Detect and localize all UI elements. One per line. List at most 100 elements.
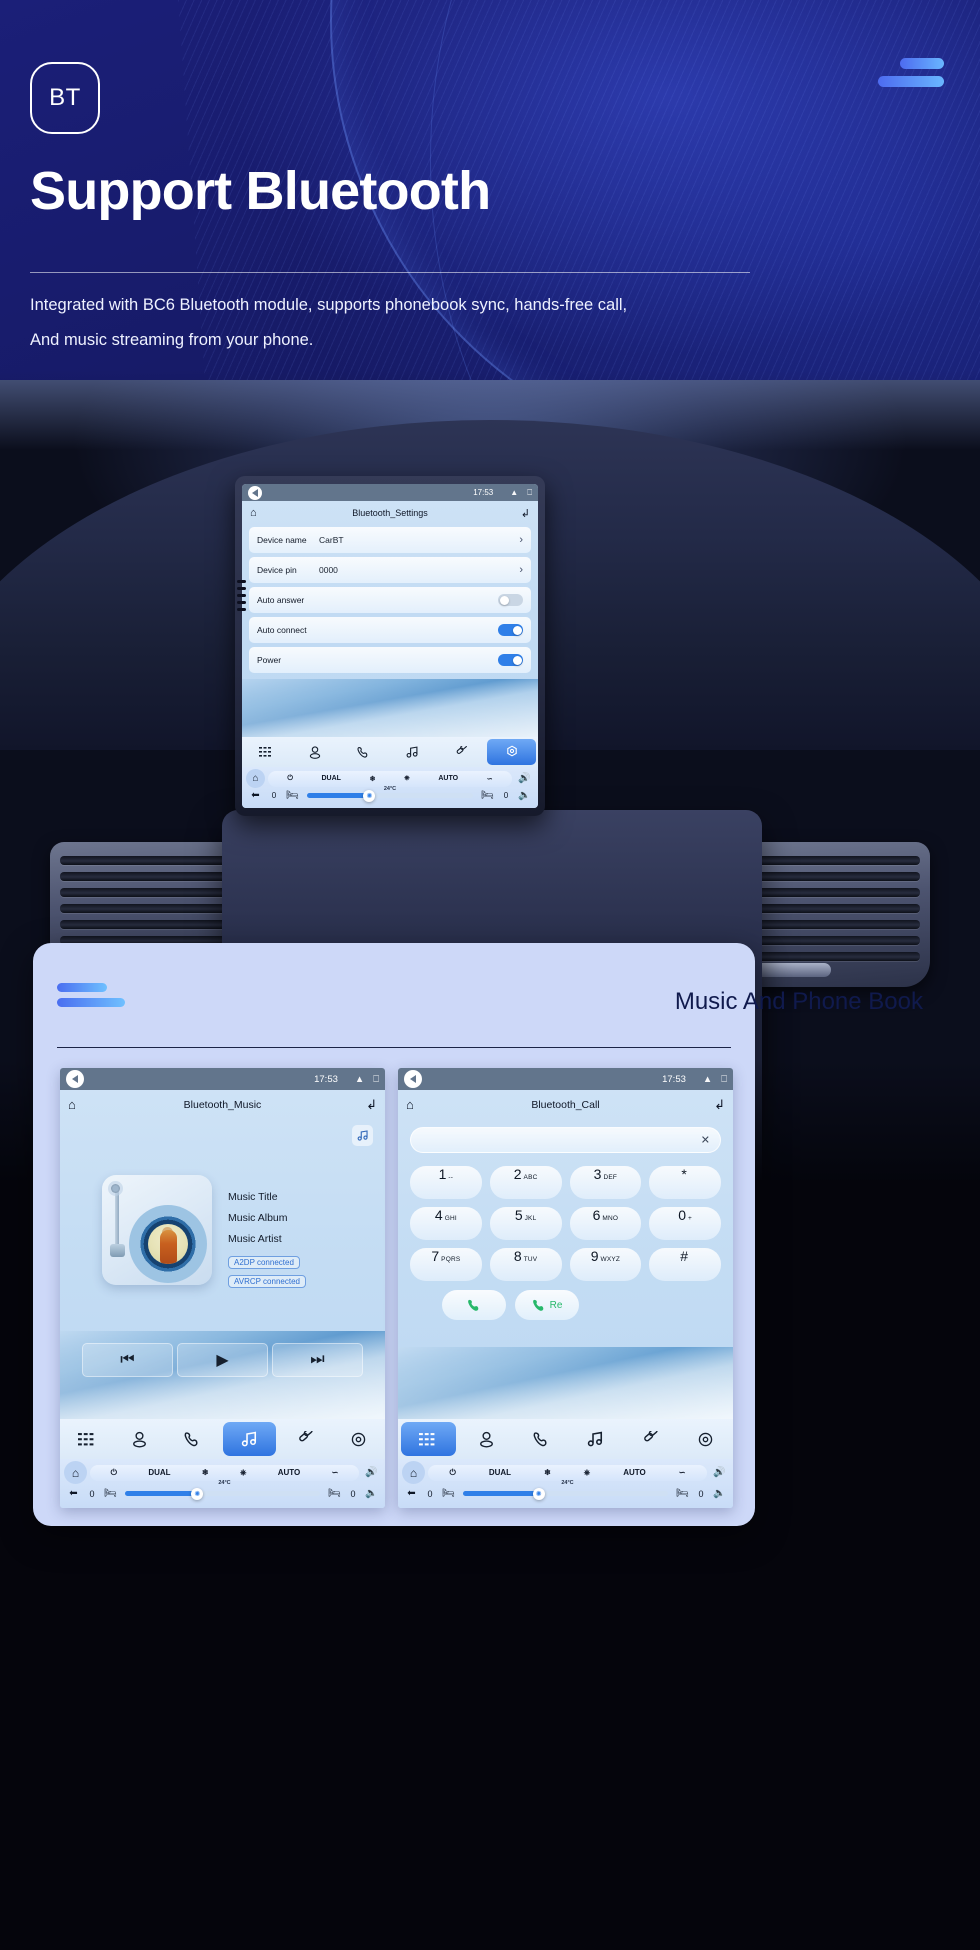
fan-icon[interactable]: ✺: [191, 1487, 204, 1500]
dual-label[interactable]: DUAL: [489, 1468, 511, 1477]
recents-icon[interactable]: ⎕: [721, 1074, 727, 1085]
home-icon[interactable]: ⌂: [68, 1097, 76, 1112]
recirculate-icon[interactable]: ∽: [679, 1468, 686, 1477]
key-7[interactable]: 7 PQRS: [410, 1248, 482, 1281]
climate-home-button[interactable]: ⌂: [64, 1461, 87, 1484]
link-chain-icon[interactable]: [279, 1419, 332, 1459]
seat-heat-icon[interactable]: 🛏: [325, 1488, 344, 1499]
settings-gear-icon[interactable]: [487, 739, 537, 765]
key-3[interactable]: 3 DEF: [569, 1166, 642, 1199]
back-arrow-icon[interactable]: ⬅: [64, 1488, 83, 1499]
seat-icon[interactable]: 🛏: [283, 790, 302, 801]
key-5[interactable]: 5 JKL: [489, 1207, 562, 1240]
apps-grid-icon[interactable]: [60, 1419, 113, 1459]
climate-home-button[interactable]: ⌂: [246, 769, 265, 788]
key-2[interactable]: 2 ABC: [489, 1166, 562, 1199]
fan-speed-slider[interactable]: ✺: [307, 789, 473, 802]
fan-icon[interactable]: ✺: [532, 1487, 545, 1500]
climate-home-button[interactable]: ⌂: [402, 1461, 425, 1484]
recirculate-icon[interactable]: ∽: [487, 775, 493, 783]
music-note-icon[interactable]: [568, 1419, 623, 1459]
snowflake-icon[interactable]: ❄: [544, 1468, 551, 1477]
close-x-icon[interactable]: ✕: [701, 1134, 710, 1147]
link-chain-icon[interactable]: [437, 737, 486, 767]
snowflake-icon[interactable]: ❄: [370, 775, 376, 783]
power-toggle[interactable]: [498, 654, 523, 666]
contact-person-icon[interactable]: [459, 1419, 514, 1459]
back-arrow-icon[interactable]: ⬅: [246, 790, 265, 801]
volume-down-icon[interactable]: 🔈: [710, 1488, 729, 1499]
auto-label[interactable]: AUTO: [278, 1468, 301, 1477]
link-chain-icon[interactable]: [623, 1419, 678, 1459]
key-0[interactable]: 0 +: [649, 1207, 721, 1240]
phone-number-input[interactable]: ✕: [410, 1127, 721, 1153]
back-arrow-icon[interactable]: ↲: [366, 1097, 377, 1113]
speaker-icon[interactable]: [248, 485, 262, 500]
volume-up-icon[interactable]: 🔊: [710, 1467, 729, 1478]
speaker-icon[interactable]: [404, 1070, 422, 1088]
power-icon[interactable]: ⏻: [450, 1468, 456, 1478]
contact-person-icon[interactable]: [291, 737, 340, 767]
auto-label[interactable]: AUTO: [438, 775, 458, 782]
previous-track-icon[interactable]: ⏮: [82, 1343, 173, 1377]
settings-gear-icon[interactable]: [332, 1419, 385, 1459]
recents-icon[interactable]: ⎕: [527, 488, 532, 498]
home-icon[interactable]: ⌂: [250, 507, 257, 519]
phone-handset-icon[interactable]: [166, 1419, 219, 1459]
phone-handset-icon[interactable]: [339, 737, 388, 767]
back-arrow-icon[interactable]: ↲: [521, 507, 530, 520]
play-icon[interactable]: ▶: [177, 1343, 268, 1377]
rear-defrost-icon[interactable]: ⎈: [404, 775, 410, 783]
back-arrow-icon[interactable]: ↲: [714, 1097, 725, 1113]
chevrons-up-icon[interactable]: ▲: [510, 488, 518, 497]
phone-handset-icon[interactable]: [514, 1419, 569, 1459]
fan-speed-slider[interactable]: ✺: [463, 1487, 668, 1500]
settings-gear-icon[interactable]: [678, 1419, 733, 1459]
contact-person-icon[interactable]: [113, 1419, 166, 1459]
key-1[interactable]: 1 --: [410, 1166, 482, 1199]
setting-row-device-name[interactable]: Device name CarBT ›: [249, 527, 531, 553]
home-icon[interactable]: ⌂: [406, 1097, 414, 1112]
setting-row-auto-answer[interactable]: Auto answer: [249, 587, 531, 613]
dual-label[interactable]: DUAL: [148, 1468, 170, 1477]
music-note-icon[interactable]: [352, 1125, 373, 1146]
apps-grid-icon[interactable]: [401, 1422, 456, 1456]
volume-down-icon[interactable]: 🔈: [362, 1488, 381, 1499]
next-track-icon[interactable]: ⏭: [272, 1343, 363, 1377]
key-star[interactable]: *: [649, 1166, 721, 1199]
music-note-icon[interactable]: [222, 1422, 276, 1456]
dual-label[interactable]: DUAL: [322, 775, 341, 782]
chevrons-up-icon[interactable]: ▲: [703, 1074, 712, 1085]
setting-row-power[interactable]: Power: [249, 647, 531, 673]
rear-defrost-icon[interactable]: ⎈: [584, 1468, 590, 1478]
seat-heat-icon[interactable]: 🛏: [478, 790, 497, 801]
key-4[interactable]: 4 GHI: [410, 1207, 482, 1240]
rear-defrost-icon[interactable]: ⎈: [240, 1468, 246, 1478]
key-8[interactable]: 8 TUV: [489, 1248, 562, 1281]
setting-row-device-pin[interactable]: Device pin 0000 ›: [249, 557, 531, 583]
key-9[interactable]: 9 WXYZ: [569, 1248, 642, 1281]
speaker-icon[interactable]: [66, 1070, 84, 1088]
power-icon[interactable]: ⏻: [111, 1468, 117, 1478]
redial-button[interactable]: Re: [515, 1290, 579, 1320]
setting-row-auto-connect[interactable]: Auto connect: [249, 617, 531, 643]
apps-grid-icon[interactable]: [242, 737, 291, 767]
key-6[interactable]: 6 MNO: [569, 1207, 642, 1240]
snowflake-icon[interactable]: ❄: [202, 1468, 209, 1477]
recirculate-icon[interactable]: ∽: [332, 1468, 339, 1477]
auto-answer-toggle[interactable]: [498, 594, 523, 606]
dial-button[interactable]: [442, 1290, 506, 1320]
key-hash[interactable]: #: [649, 1248, 721, 1281]
chevrons-up-icon[interactable]: ▲: [355, 1074, 364, 1085]
power-icon[interactable]: ⏻: [287, 775, 293, 783]
recents-icon[interactable]: ⎕: [373, 1074, 379, 1085]
seat-heat-icon[interactable]: 🛏: [673, 1488, 692, 1499]
auto-connect-toggle[interactable]: [498, 624, 523, 636]
volume-up-icon[interactable]: 🔊: [515, 773, 534, 784]
seat-icon[interactable]: 🛏: [439, 1488, 458, 1499]
fan-icon[interactable]: ✺: [363, 789, 376, 802]
seat-icon[interactable]: 🛏: [101, 1488, 120, 1499]
fan-speed-slider[interactable]: ✺: [125, 1487, 320, 1500]
auto-label[interactable]: AUTO: [623, 1468, 646, 1477]
back-arrow-icon[interactable]: ⬅: [402, 1488, 421, 1499]
